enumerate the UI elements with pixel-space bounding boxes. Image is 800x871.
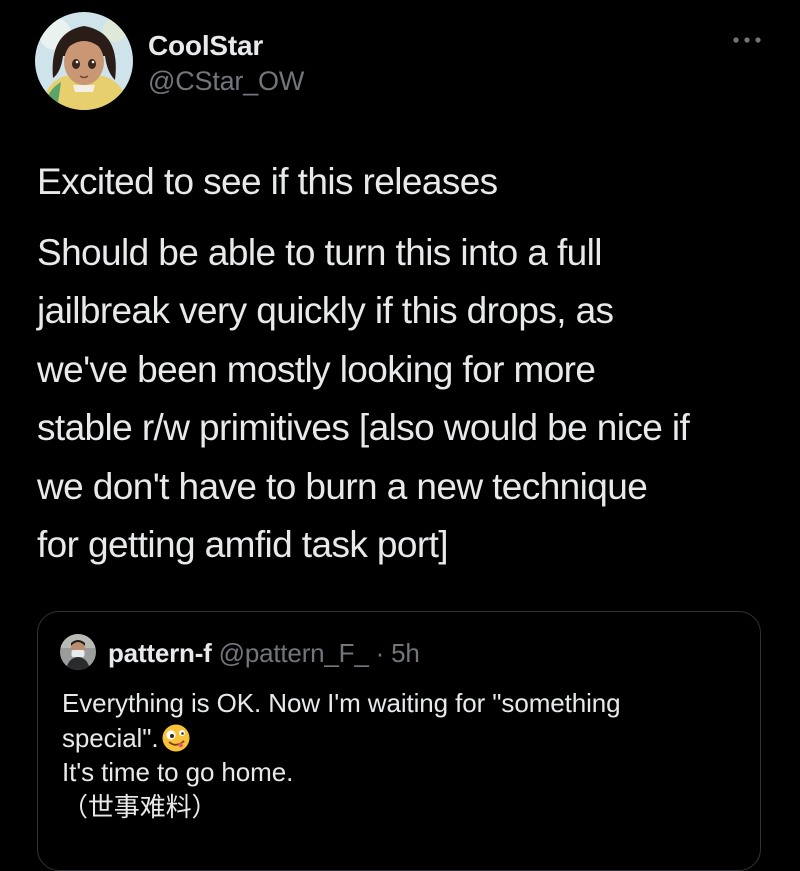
tweet-text: Excited to see if this releases Should b… <box>37 153 777 575</box>
quoted-author-avatar[interactable] <box>60 634 96 670</box>
anime-avatar-icon <box>35 12 133 110</box>
quoted-line-with-emoji: special". <box>62 721 742 756</box>
tweet-line: we don't have to burn a new technique <box>37 465 648 507</box>
quoted-handle[interactable]: @pattern_F_ <box>219 638 369 668</box>
more-options-button[interactable] <box>730 30 764 50</box>
quoted-header: pattern-f @pattern_F_ · 5h <box>108 638 420 669</box>
tweet-line: stable r/w primitives [also would be nic… <box>37 407 690 448</box>
quoted-line: Everything is OK. Now I'm waiting for "s… <box>62 688 621 718</box>
zany-face-emoji-icon <box>161 723 191 753</box>
tweet-line: jailbreak very quickly if this drops, as <box>37 290 614 331</box>
quoted-tweet[interactable]: pattern-f @pattern_F_ · 5h Everything is… <box>37 611 761 871</box>
quoted-line: It's time to go home. <box>62 757 294 787</box>
tweet-line: Excited to see if this releases <box>37 161 498 202</box>
person-avatar-icon <box>60 634 96 670</box>
tweet-line: Should be able to turn this into a full <box>37 231 602 273</box>
tweet-line: for getting amfid task port] <box>37 524 449 565</box>
quoted-display-name[interactable]: pattern-f <box>108 638 212 668</box>
author-handle[interactable]: @CStar_OW <box>148 66 304 97</box>
quoted-line: （世事难料） <box>62 791 218 822</box>
tweet: CoolStar @CStar_OW Excited to see if thi… <box>0 0 800 871</box>
quoted-text: Everything is OK. Now I'm waiting for "s… <box>62 686 742 824</box>
quoted-timestamp[interactable]: 5h <box>391 638 420 668</box>
time-separator: · <box>375 638 385 668</box>
author-avatar[interactable] <box>35 12 133 110</box>
quoted-line: special". <box>62 722 159 753</box>
tweet-line: we've been mostly looking for more <box>37 348 596 390</box>
author-display-name[interactable]: CoolStar <box>148 30 263 62</box>
more-options-icon <box>733 37 761 43</box>
